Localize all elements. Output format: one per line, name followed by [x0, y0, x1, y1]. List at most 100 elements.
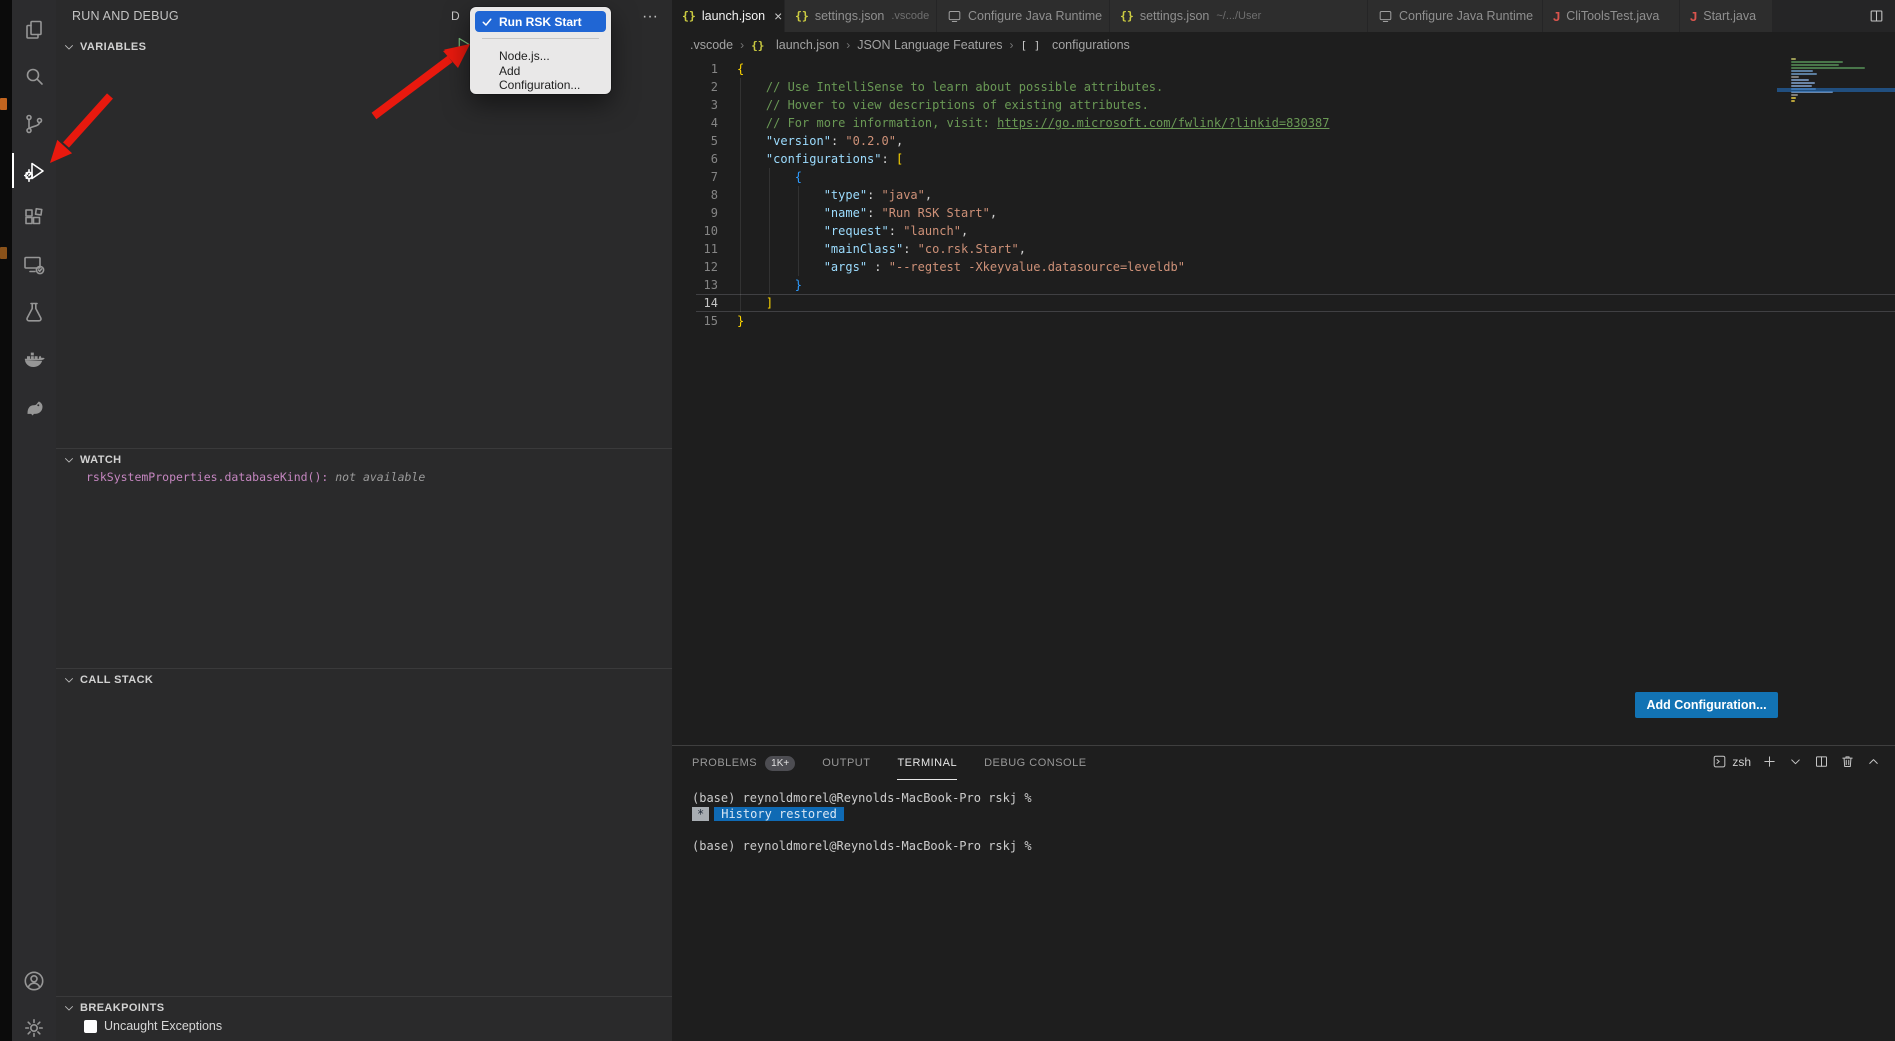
breadcrumb-label: JSON Language Features	[857, 38, 1002, 52]
activity-item-extensions[interactable]	[12, 194, 56, 241]
background-window-mark	[0, 247, 7, 259]
gear-icon[interactable]	[614, 8, 632, 26]
shell-indicator[interactable]: zsh	[1712, 754, 1751, 769]
code-line-3[interactable]: 3 // Hover to view descriptions of exist…	[672, 96, 1895, 114]
terminal-line: (base) reynoldmorel@Reynolds-MacBook-Pro…	[692, 838, 1032, 854]
panel-tab-debug-console[interactable]: DEBUG CONSOLE	[984, 746, 1086, 780]
code-line-7[interactable]: 7 {	[672, 168, 1895, 186]
code-line-8[interactable]: 8 "type": "java",	[672, 186, 1895, 204]
panel-tab-problems[interactable]: PROBLEMS1K+	[692, 746, 795, 780]
code-editor[interactable]: 1{2 // Use IntelliSense to learn about p…	[672, 58, 1895, 745]
code-line-9[interactable]: 9 "name": "Run RSK Start",	[672, 204, 1895, 222]
add-configuration-button[interactable]: Add Configuration...	[1635, 692, 1778, 718]
code-line-10[interactable]: 10 "request": "launch",	[672, 222, 1895, 240]
bottom-panel: PROBLEMS1K+ OUTPUT TERMINAL DEBUG CONSOLE z…	[672, 745, 1895, 1041]
tab-label: Configure Java Runtime	[1399, 9, 1533, 23]
runtime-config-icon	[947, 9, 962, 24]
uncaught-exceptions-checkbox[interactable]	[84, 1020, 97, 1033]
debug-icon	[22, 159, 46, 183]
code-line-14[interactable]: 14 ]	[672, 294, 1895, 312]
kill-terminal-button[interactable]	[1840, 754, 1855, 769]
section-header-call-stack[interactable]: CALL STACK	[56, 668, 672, 691]
menu-item-label: Run RSK Start	[499, 15, 582, 29]
watch-expression[interactable]: rskSystemProperties.databaseKind(): not …	[86, 470, 425, 484]
minimap-current-line-bar	[1777, 88, 1895, 92]
editor-tab-settings-json[interactable]: {}settings.json.vscode	[785, 0, 937, 32]
breadcrumb-item[interactable]: JSON Language Features	[857, 38, 1002, 52]
code-line-6[interactable]: 6 "configurations": [	[672, 150, 1895, 168]
menu-item-add-configuration[interactable]: Add Configuration...	[475, 67, 606, 88]
code-line-11[interactable]: 11 "mainClass": "co.rsk.Start",	[672, 240, 1895, 258]
menu-item-run-rsk-start[interactable]: Run RSK Start	[475, 11, 606, 32]
line-number: 9	[672, 204, 718, 222]
section-header-watch[interactable]: WATCH	[56, 448, 672, 471]
activity-item-remote-explorer[interactable]	[12, 241, 56, 288]
editor-tab-configure-java-runtime[interactable]: Configure Java Runtime	[937, 0, 1110, 32]
line-number: 11	[672, 240, 718, 258]
panel-tab-terminal[interactable]: TERMINAL	[897, 746, 957, 780]
code-line-2[interactable]: 2 // Use IntelliSense to learn about pos…	[672, 78, 1895, 96]
code-line-12[interactable]: 12 "args" : "--regtest -Xkeyvalue.dataso…	[672, 258, 1895, 276]
minimap[interactable]	[1791, 58, 1891, 103]
activity-item-run-and-debug[interactable]	[12, 147, 56, 194]
json-file-icon: {}	[795, 9, 809, 23]
activity-item-gradle[interactable]	[12, 382, 56, 429]
code-line-5[interactable]: 5 "version": "0.2.0",	[672, 132, 1895, 150]
terminal-output[interactable]: (base) reynoldmorel@Reynolds-MacBook-Pro…	[692, 790, 1032, 854]
menu-item-label: Node.js...	[499, 49, 550, 63]
code-line-1[interactable]: 1{	[672, 60, 1895, 78]
minimap-line	[1791, 82, 1815, 84]
section-label: WATCH	[80, 454, 122, 466]
split-terminal-button[interactable]	[1814, 754, 1829, 769]
editor-tab-start-java[interactable]: JStart.java	[1680, 0, 1773, 32]
breadcrumb-item[interactable]: .vscode	[690, 38, 733, 52]
activity-item-explorer[interactable]	[12, 6, 56, 53]
activity-item-settings[interactable]	[12, 1004, 56, 1041]
more-actions-icon[interactable]: ···	[642, 8, 660, 26]
editor-tab-bar: {}launch.json×{}settings.json.vscodeConf…	[672, 0, 1895, 32]
line-number: 2	[672, 78, 718, 96]
terminal-box-icon	[1712, 754, 1727, 769]
json-file-icon: {}	[682, 9, 696, 23]
terminal-line: (base) reynoldmorel@Reynolds-MacBook-Pro…	[692, 790, 1032, 806]
line-number: 4	[672, 114, 718, 132]
editor-tab-settings-json[interactable]: {}settings.json~/.../User	[1110, 0, 1368, 32]
code-line-13[interactable]: 13 }	[672, 276, 1895, 294]
editor-tab-configure-java-runtime[interactable]: Configure Java Runtime	[1368, 0, 1543, 32]
account-icon	[22, 969, 46, 993]
code-line-15[interactable]: 15}	[672, 312, 1895, 330]
breadcrumb-item[interactable]: {} launch.json	[751, 38, 839, 52]
section-header-breakpoints[interactable]: BREAKPOINTS	[56, 996, 672, 1019]
section-label: CALL STACK	[80, 674, 153, 686]
activity-item-testing[interactable]	[12, 288, 56, 335]
maximize-panel-button[interactable]	[1866, 754, 1881, 769]
chevron-up-icon	[1866, 754, 1881, 769]
close-icon[interactable]: ×	[774, 9, 782, 23]
breadcrumb-item[interactable]: [ ] configurations	[1020, 38, 1129, 52]
debug-configuration-menu: Run RSK Start Node.js... Add Configuration…	[470, 7, 611, 94]
launch-profile-button[interactable]	[1788, 754, 1803, 769]
chevron-down-icon	[62, 453, 76, 467]
remote-icon	[22, 253, 46, 277]
plus-icon	[1762, 754, 1777, 769]
code-text: {	[737, 170, 802, 184]
code-line-4[interactable]: 4 // For more information, visit: https:…	[672, 114, 1895, 132]
java-file-icon: J	[1690, 9, 1697, 24]
shell-name: zsh	[1732, 755, 1751, 769]
run-and-debug-sidebar: RUN AND DEBUG ··· VARIABLESWATCHCALL STA…	[56, 0, 672, 1041]
tab-label: settings.json	[815, 9, 884, 23]
panel-tab-output[interactable]: OUTPUT	[822, 746, 870, 780]
runtime-config-icon	[1378, 9, 1393, 24]
code-text: "name": "Run RSK Start",	[737, 206, 997, 220]
activity-item-search[interactable]	[12, 53, 56, 100]
activity-item-docker[interactable]	[12, 335, 56, 382]
activity-item-accounts[interactable]	[12, 957, 56, 1004]
activity-item-source-control[interactable]	[12, 100, 56, 147]
section-label: VARIABLES	[80, 41, 146, 53]
editor-tab-clitoolstest-java[interactable]: JCliToolsTest.java	[1543, 0, 1680, 32]
new-terminal-button[interactable]	[1762, 754, 1777, 769]
minimap-line	[1791, 100, 1795, 102]
split-editor-icon[interactable]	[1868, 8, 1885, 24]
editor-tab-launch-json[interactable]: {}launch.json×	[672, 0, 785, 32]
code-text: "request": "launch",	[737, 224, 968, 238]
